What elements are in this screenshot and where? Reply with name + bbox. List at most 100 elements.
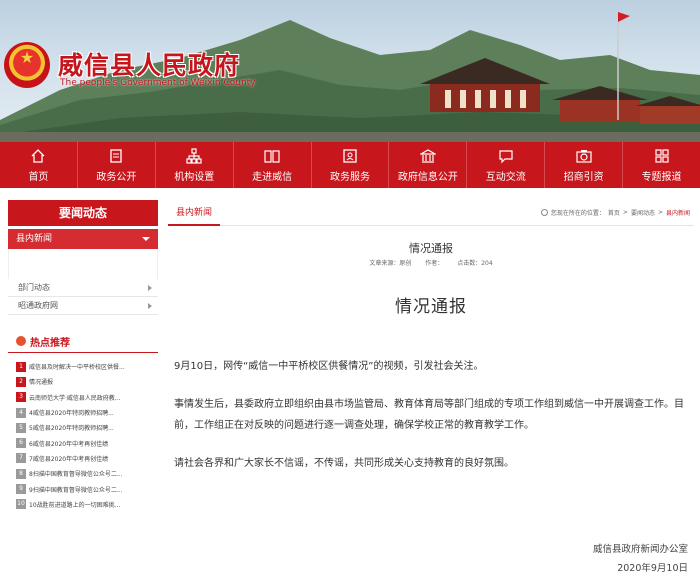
hot-item-text: 7威信县2020年中考再创佳绩 bbox=[29, 455, 109, 463]
nav-label: 专题报道 bbox=[641, 171, 682, 183]
breadcrumb-bar: 县内新闻 您现在所在的位置： 首页 > 要闻动态 > 县内新闻 bbox=[168, 200, 694, 226]
book-icon bbox=[264, 149, 280, 163]
hot-item-text: 5威信县2020年特岗教师招聘... bbox=[29, 425, 114, 433]
hot-list-item[interactable]: 2 情况通报 bbox=[8, 374, 158, 389]
service-icon bbox=[343, 148, 357, 163]
article-body: 9月10日，网传“威信一中平桥校区供餐情况”的视频，引发社会关注。 事情发生后，… bbox=[174, 356, 688, 491]
article-date: 2020年9月10日 bbox=[617, 563, 688, 574]
hot-item-text: 威信县及时解决一中平桥校区供餐... bbox=[29, 364, 125, 372]
hot-item-text: 4威信县2020年特岗教师招聘... bbox=[29, 410, 114, 418]
caret-down-icon bbox=[142, 237, 150, 241]
hot-list-item[interactable]: 4 4威信县2020年特岗教师招聘... bbox=[8, 405, 158, 420]
sidebar-item-county-news[interactable]: 县内新闻 bbox=[8, 229, 158, 249]
sidebar: 要闻动态 县内新闻 部门动态 昭通政府网 热点推荐 1 威信县及时解决一中平桥校区… bbox=[8, 200, 158, 512]
nav-label: 政府信息公开 bbox=[397, 171, 458, 183]
article-paragraph: 请社会各界和广大家长不信谣，不传谣，共同形成关心支持教育的良好氛围。 bbox=[174, 458, 514, 469]
grid-icon bbox=[654, 148, 669, 163]
home-icon bbox=[31, 148, 45, 163]
rank-badge: 7 bbox=[16, 453, 26, 464]
hot-list-item[interactable]: 8 8扫描中国教育督导微信公众号二... bbox=[8, 466, 158, 481]
sidebar-item-zhaotong-gov[interactable]: 昭通政府网 bbox=[8, 297, 158, 315]
tab-county-news[interactable]: 县内新闻 bbox=[168, 200, 221, 226]
sidebar-item-label: 昭通政府网 bbox=[18, 301, 58, 310]
nav-item-interaction[interactable]: 互动交流 bbox=[467, 142, 546, 188]
org-chart-icon bbox=[186, 147, 202, 164]
nav-item-gov-services[interactable]: 政务服务 bbox=[312, 142, 390, 188]
rank-badge: 3 bbox=[16, 392, 26, 403]
sidebar-subitems-area bbox=[8, 249, 158, 279]
hot-item-text: 云南师范大学·威信县人民政府教... bbox=[29, 394, 121, 402]
nav-item-home[interactable]: 首页 bbox=[0, 142, 78, 188]
breadcrumb: 您现在所在的位置： 首页 > 要闻动态 > 县内新闻 bbox=[540, 208, 690, 217]
nav-item-gov-affairs[interactable]: 政务公开 bbox=[78, 142, 156, 188]
hot-list-item[interactable]: 9 9扫描中国教育督导微信公众号二... bbox=[8, 481, 158, 496]
sidebar-heading: 要闻动态 bbox=[8, 200, 158, 226]
nav-label: 首页 bbox=[28, 171, 49, 183]
location-icon bbox=[540, 209, 548, 216]
nav-label: 政务公开 bbox=[96, 171, 137, 183]
document-icon bbox=[110, 148, 122, 163]
article-title: 情况通报 bbox=[395, 297, 467, 317]
header-banner: ★ 威信县人民政府 The people's Government of Wei… bbox=[0, 0, 700, 142]
breadcrumb-prefix: 您现在所在的位置： bbox=[550, 210, 605, 217]
nav-label: 政务服务 bbox=[330, 171, 370, 183]
main-nav: 首页 政务公开 机构设置 走进威信 政务服务 政府信息公开 互动交流 招商引资 … bbox=[0, 142, 700, 188]
rank-badge: 10 bbox=[16, 499, 26, 510]
nav-item-info-disclosure[interactable]: 政府信息公开 bbox=[389, 142, 468, 188]
article-paragraph: 事情发生后，县委政府立即组织由县市场监管局、教育体育局等部门组成的专项工作组到威… bbox=[174, 399, 684, 431]
nav-label: 机构设置 bbox=[174, 171, 215, 183]
article-signature: 威信县政府新闻办公室 bbox=[592, 544, 688, 555]
sidebar-item-label: 部门动态 bbox=[18, 283, 50, 292]
hot-list-item[interactable]: 7 7威信县2020年中考再创佳绩 bbox=[8, 451, 158, 466]
hot-list-item[interactable]: 1 威信县及时解决一中平桥校区供餐... bbox=[8, 359, 158, 374]
star-icon: ★ bbox=[19, 48, 35, 67]
chevron-right-icon bbox=[148, 285, 152, 291]
sidebar-item-label: 县内新闻 bbox=[16, 234, 53, 244]
rank-badge: 1 bbox=[16, 361, 26, 372]
flame-icon bbox=[16, 336, 26, 346]
rank-badge: 9 bbox=[16, 484, 26, 495]
rank-badge: 6 bbox=[16, 438, 26, 449]
hot-list-item[interactable]: 6 6威信县2020年中考再创佳绩 bbox=[8, 435, 158, 450]
hot-list-item[interactable]: 3 云南师范大学·威信县人民政府教... bbox=[8, 390, 158, 405]
nav-item-special-reports[interactable]: 专题报道 bbox=[623, 142, 700, 188]
hot-recommend-header: 热点推荐 bbox=[8, 331, 158, 353]
article-meta: 文章来源：原创 作者： 点击数：204 bbox=[168, 258, 694, 267]
article-source: 文章来源：原创 bbox=[369, 260, 412, 267]
hot-recommend-title: 热点推荐 bbox=[30, 338, 70, 349]
camera-icon bbox=[576, 149, 592, 163]
hot-item-text: 8扫描中国教育督导微信公众号二... bbox=[29, 471, 123, 479]
nav-label: 互动交流 bbox=[485, 171, 526, 183]
rank-badge: 2 bbox=[16, 376, 26, 387]
nav-item-weixin-intro[interactable]: 走进威信 bbox=[234, 142, 312, 188]
breadcrumb-link-home[interactable]: 首页 bbox=[608, 208, 620, 217]
nav-label: 招商引资 bbox=[563, 171, 604, 183]
national-emblem-icon: ★ bbox=[4, 42, 50, 88]
hot-list: 1 威信县及时解决一中平桥校区供餐... 2 情况通报 3 云南师范大学·威信县人民政… bbox=[8, 359, 158, 512]
building-icon bbox=[419, 148, 436, 163]
nav-item-investment[interactable]: 招商引资 bbox=[545, 142, 624, 188]
article-paragraph: 9月10日，网传“威信一中平桥校区供餐情况”的视频，引发社会关注。 bbox=[174, 361, 484, 372]
site-title: 威信县人民政府 bbox=[58, 51, 241, 80]
chevron-right-icon bbox=[148, 303, 152, 309]
breadcrumb-current[interactable]: 县内新闻 bbox=[666, 208, 690, 217]
hot-item-text: 情况通报 bbox=[29, 379, 54, 387]
nav-label: 走进威信 bbox=[252, 171, 293, 183]
nav-item-organization[interactable]: 机构设置 bbox=[156, 142, 234, 188]
rank-badge: 5 bbox=[16, 422, 26, 433]
breadcrumb-separator: > bbox=[622, 209, 628, 216]
rank-badge: 8 bbox=[16, 468, 26, 479]
article-clicks: 点击数：204 bbox=[457, 260, 493, 267]
chat-icon bbox=[499, 149, 513, 163]
breadcrumb-separator: > bbox=[657, 209, 663, 216]
site-subtitle: The people's Government of Weixin County bbox=[60, 78, 256, 88]
rank-badge: 4 bbox=[16, 407, 26, 418]
article-author: 作者： bbox=[425, 260, 444, 267]
article-main: 县内新闻 您现在所在的位置： 首页 > 要闻动态 > 县内新闻 情况通报 文章来… bbox=[168, 200, 694, 580]
hot-item-text: 10战胜前进道路上的一切困难挑... bbox=[29, 501, 121, 509]
sidebar-item-department-news[interactable]: 部门动态 bbox=[8, 279, 158, 297]
hot-list-item[interactable]: 5 5威信县2020年特岗教师招聘... bbox=[8, 420, 158, 435]
hot-item-text: 6威信县2020年中考再创佳绩 bbox=[29, 440, 109, 448]
breadcrumb-link-news[interactable]: 要闻动态 bbox=[631, 208, 655, 217]
hot-list-item[interactable]: 10 10战胜前进道路上的一切困难挑... bbox=[8, 497, 158, 512]
